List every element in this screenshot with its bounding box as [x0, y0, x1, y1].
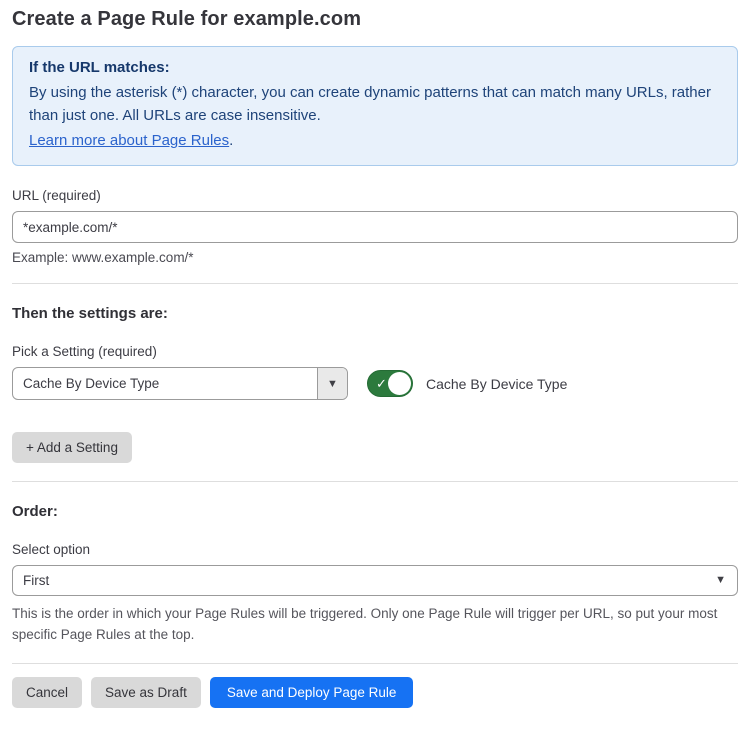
- order-select-value: First: [23, 573, 49, 588]
- info-link-line: Learn more about Page Rules.: [29, 129, 721, 152]
- setting-select-value: Cache By Device Type: [13, 368, 317, 399]
- page-title: Create a Page Rule for example.com: [12, 0, 738, 31]
- add-setting-button[interactable]: + Add a Setting: [12, 432, 132, 463]
- divider: [12, 663, 738, 664]
- save-as-draft-button[interactable]: Save as Draft: [91, 677, 201, 708]
- cache-by-device-toggle[interactable]: ✓: [367, 370, 413, 397]
- toggle-knob: [388, 372, 411, 395]
- url-field-label: URL (required): [12, 188, 738, 203]
- url-example-text: Example: www.example.com/*: [12, 250, 738, 265]
- caret-down-icon: ▼: [715, 566, 726, 595]
- info-box-body: By using the asterisk (*) character, you…: [29, 81, 721, 127]
- pick-setting-label: Pick a Setting (required): [12, 344, 738, 359]
- info-box-heading: If the URL matches:: [29, 59, 721, 76]
- check-icon: ✓: [376, 376, 387, 391]
- setting-row: Cache By Device Type ▼ ✓ Cache By Device…: [12, 367, 738, 400]
- url-input[interactable]: [12, 211, 738, 243]
- order-select-label: Select option: [12, 542, 738, 557]
- link-period: .: [229, 132, 233, 149]
- settings-section-heading: Then the settings are:: [12, 305, 738, 322]
- order-select[interactable]: First ▼: [12, 565, 738, 596]
- setting-select[interactable]: Cache By Device Type ▼: [12, 367, 348, 400]
- cancel-button[interactable]: Cancel: [12, 677, 82, 708]
- divider: [12, 481, 738, 482]
- url-match-info-box: If the URL matches: By using the asteris…: [12, 46, 738, 166]
- setting-select-arrow-button[interactable]: ▼: [317, 368, 347, 399]
- order-section-heading: Order:: [12, 503, 738, 520]
- caret-down-icon: ▼: [327, 378, 338, 390]
- page-rule-form: Create a Page Rule for example.com If th…: [0, 0, 750, 730]
- learn-more-link[interactable]: Learn more about Page Rules: [29, 132, 229, 149]
- divider: [12, 283, 738, 284]
- footer-buttons: Cancel Save as Draft Save and Deploy Pag…: [12, 677, 738, 730]
- toggle-label: Cache By Device Type: [426, 376, 567, 392]
- save-and-deploy-button[interactable]: Save and Deploy Page Rule: [210, 677, 414, 708]
- order-help-text: This is the order in which your Page Rul…: [12, 603, 738, 645]
